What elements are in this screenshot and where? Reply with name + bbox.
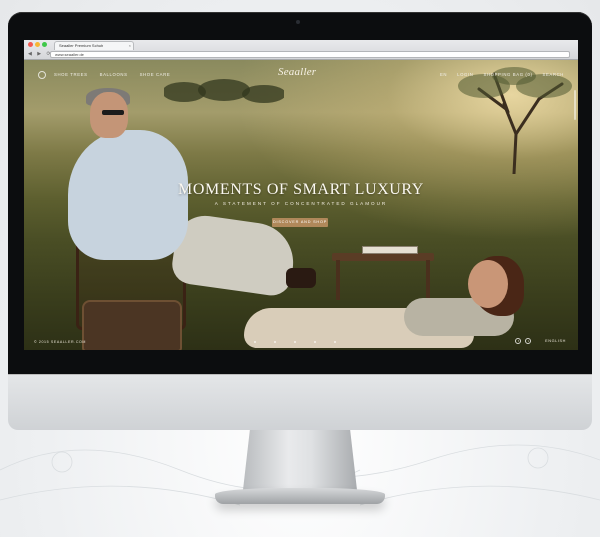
menu-icon[interactable]	[38, 71, 46, 79]
hero-subtitle: A STATEMENT OF CONCENTRATED GLAMOUR	[214, 201, 388, 206]
tab-title: Seaaller Premium Schuh	[59, 43, 104, 48]
site-logo[interactable]: Seaaller	[278, 66, 316, 78]
monitor-chin	[8, 374, 592, 430]
maximize-window-icon[interactable]	[42, 42, 47, 47]
tab-bar: Seaaller Premium Schuh ×	[24, 40, 578, 50]
main-nav: SHOE TREES BALLOONS SHOE CARE	[54, 72, 170, 77]
minimize-window-icon[interactable]	[35, 42, 40, 47]
language-select[interactable]: ENGLISH	[545, 339, 566, 343]
monitor-stand	[243, 430, 357, 490]
nav-link-shoe-trees[interactable]: SHOE TREES	[54, 72, 88, 77]
woman-head	[468, 260, 508, 308]
handbag	[82, 300, 182, 350]
slide-dot[interactable]	[314, 341, 316, 343]
desktop-stage: Seaaller Premium Schuh × ◀ ▶ ⟳ www.seaal…	[0, 0, 600, 537]
twitter-icon[interactable]: t	[525, 338, 532, 344]
tab-close-icon[interactable]: ×	[129, 42, 131, 50]
nav-link-shoe-care[interactable]: SHOE CARE	[140, 72, 171, 77]
language-switch[interactable]: EN	[440, 72, 447, 77]
slide-dot[interactable]	[294, 341, 296, 343]
hero-title: MOMENTS OF SMART LUXURY	[178, 181, 424, 198]
slide-dot[interactable]	[254, 341, 256, 343]
browser-chrome: Seaaller Premium Schuh × ◀ ▶ ⟳ www.seaal…	[24, 40, 578, 60]
stool-leg	[336, 260, 340, 300]
monitor-stand-base	[215, 488, 385, 504]
discover-and-shop-button[interactable]: DISCOVER AND SHOP	[272, 218, 328, 227]
browser-tab[interactable]: Seaaller Premium Schuh ×	[54, 41, 134, 50]
footer-right: f t ENGLISH	[515, 338, 566, 344]
shopping-bag-link[interactable]: SHOPPING BAG (0)	[483, 72, 532, 77]
camera-icon	[296, 20, 300, 24]
slide-dot[interactable]	[274, 341, 276, 343]
slide-dot[interactable]	[334, 341, 336, 343]
copyright: © 2015 SEAALLER.COM	[34, 340, 86, 344]
scrollbar[interactable]	[574, 90, 576, 120]
site-header: SHOE TREES BALLOONS SHOE CARE Seaaller E…	[24, 60, 578, 88]
browser-nav-buttons[interactable]: ◀ ▶ ⟳	[28, 51, 53, 57]
nav-link-balloons[interactable]: BALLOONS	[100, 72, 128, 77]
screen: Seaaller Premium Schuh × ◀ ▶ ⟳ www.seaal…	[24, 40, 578, 350]
close-window-icon[interactable]	[28, 42, 33, 47]
man-head	[90, 92, 128, 138]
stool	[332, 253, 434, 261]
books	[362, 246, 418, 254]
login-link[interactable]: LOGIN	[457, 72, 473, 77]
slide-indicators	[254, 341, 336, 343]
boot	[286, 268, 316, 288]
hero-section: SHOE TREES BALLOONS SHOE CARE Seaaller E…	[24, 60, 578, 350]
facebook-icon[interactable]: f	[515, 338, 522, 344]
sunglasses-icon	[102, 110, 124, 115]
search-link[interactable]: SEARCH	[542, 72, 564, 77]
stool-leg	[426, 260, 430, 300]
address-bar[interactable]: www.seaaller.de	[50, 51, 570, 58]
utility-nav: EN LOGIN SHOPPING BAG (0) SEARCH	[440, 72, 564, 77]
